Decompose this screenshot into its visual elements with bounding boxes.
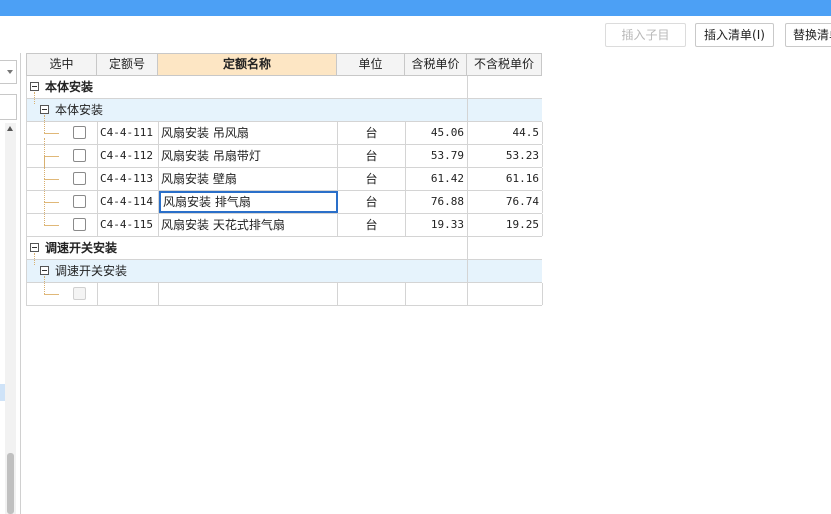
table-row[interactable]: C4-4-115 风扇安装 天花式排气扇 台 19.33 19.25 [26, 202, 543, 237]
header-select[interactable]: 选中 [26, 53, 97, 76]
left-dropdown[interactable] [0, 60, 17, 84]
group-title: 调速开关安装 [45, 241, 118, 255]
cell-divider [467, 237, 468, 259]
price-tax-cell[interactable]: 45.06 [406, 122, 468, 144]
select-cell [27, 191, 98, 213]
select-cell [27, 214, 98, 236]
group-row[interactable]: 本体安装 [26, 76, 542, 99]
title-bar [0, 0, 831, 16]
row-checkbox[interactable] [73, 218, 86, 231]
collapse-icon[interactable] [40, 266, 49, 275]
code-cell[interactable] [98, 283, 159, 305]
replace-list-button[interactable]: 替换清单 [785, 23, 831, 47]
header-code[interactable]: 定额号 [97, 53, 158, 76]
name-cell[interactable] [159, 283, 338, 305]
subgroup-row[interactable]: 本体安装 [26, 92, 542, 122]
price-notax-cell[interactable] [468, 283, 543, 305]
group-row[interactable]: 调速开关安装 [26, 237, 542, 260]
cell-divider [467, 99, 468, 121]
unit-cell[interactable]: 台 [338, 145, 406, 167]
subgroup-row[interactable]: 调速开关安装 [26, 253, 542, 283]
collapse-icon[interactable] [30, 82, 39, 91]
tree-line [34, 253, 35, 265]
table-row[interactable]: C4-4-114 风扇安装 排气扇 台 76.88 76.74 [26, 179, 543, 214]
scroll-up-icon[interactable] [7, 126, 13, 131]
price-notax-cell[interactable]: 53.23 [468, 145, 543, 167]
price-notax-cell[interactable]: 76.74 [468, 191, 543, 213]
cell-divider [467, 76, 468, 98]
price-notax-cell[interactable]: 61.16 [468, 168, 543, 190]
code-cell[interactable]: C4-4-113 [98, 168, 159, 190]
unit-cell[interactable]: 台 [338, 122, 406, 144]
row-checkbox[interactable] [73, 149, 86, 162]
chevron-down-icon [7, 70, 13, 74]
price-tax-cell[interactable]: 53.79 [406, 145, 468, 167]
header-unit[interactable]: 单位 [337, 53, 405, 76]
left-scrollbar[interactable] [5, 123, 16, 514]
quota-grid: 选中 定额号 定额名称 单位 含税单价 不含税单价 本体安装 本体安装 C4-4… [26, 53, 543, 307]
price-tax-cell[interactable]: 76.88 [406, 191, 468, 213]
price-tax-cell[interactable]: 19.33 [406, 214, 468, 236]
code-cell[interactable]: C4-4-114 [98, 191, 159, 213]
header-price-tax[interactable]: 含税单价 [405, 53, 467, 76]
cell-divider [467, 260, 468, 282]
insert-child-button[interactable]: 插入子目 [605, 23, 686, 47]
row-checkbox[interactable] [73, 195, 86, 208]
price-tax-cell[interactable] [406, 283, 468, 305]
collapse-icon[interactable] [40, 105, 49, 114]
select-cell [27, 145, 98, 167]
insert-list-button[interactable]: 插入清单(I) [695, 23, 774, 47]
left-panel [0, 53, 21, 514]
unit-cell[interactable] [338, 283, 406, 305]
price-notax-cell[interactable]: 44.5 [468, 122, 543, 144]
header-price-notax[interactable]: 不含税单价 [467, 53, 542, 76]
name-cell[interactable]: 风扇安装 吊扇带灯 [159, 145, 338, 167]
left-search-input[interactable] [0, 94, 17, 120]
unit-cell[interactable]: 台 [338, 214, 406, 236]
table-row[interactable]: C4-4-113 风扇安装 壁扇 台 61.42 61.16 [26, 156, 543, 191]
name-cell[interactable]: 风扇安装 天花式排气扇 [159, 214, 338, 236]
tree-line [34, 92, 35, 104]
group-title: 本体安装 [45, 80, 94, 94]
table-row[interactable]: C4-4-112 风扇安装 吊扇带灯 台 53.79 53.23 [26, 138, 543, 168]
subgroup-title: 调速开关安装 [55, 264, 128, 278]
collapse-icon[interactable] [30, 243, 39, 252]
subgroup-title: 本体安装 [55, 103, 104, 117]
table-row[interactable]: C4-4-111 风扇安装 吊风扇 台 45.06 44.5 [26, 115, 543, 145]
header-name[interactable]: 定额名称 [158, 53, 337, 76]
unit-cell[interactable]: 台 [338, 191, 406, 213]
select-cell [27, 283, 98, 305]
table-row[interactable] [26, 276, 543, 306]
name-cell-editing[interactable]: 风扇安装 排气扇 [159, 191, 338, 213]
name-cell[interactable]: 风扇安装 吊风扇 [159, 122, 338, 144]
scroll-thumb[interactable] [7, 453, 14, 514]
select-cell [27, 168, 98, 190]
code-cell[interactable]: C4-4-111 [98, 122, 159, 144]
price-tax-cell[interactable]: 61.42 [406, 168, 468, 190]
price-notax-cell[interactable]: 19.25 [468, 214, 543, 236]
select-cell [27, 122, 98, 144]
unit-cell[interactable]: 台 [338, 168, 406, 190]
code-cell[interactable]: C4-4-115 [98, 214, 159, 236]
name-cell[interactable]: 风扇安装 壁扇 [159, 168, 338, 190]
row-checkbox[interactable] [73, 287, 86, 300]
code-cell[interactable]: C4-4-112 [98, 145, 159, 167]
row-checkbox[interactable] [73, 172, 86, 185]
row-checkbox[interactable] [73, 126, 86, 139]
